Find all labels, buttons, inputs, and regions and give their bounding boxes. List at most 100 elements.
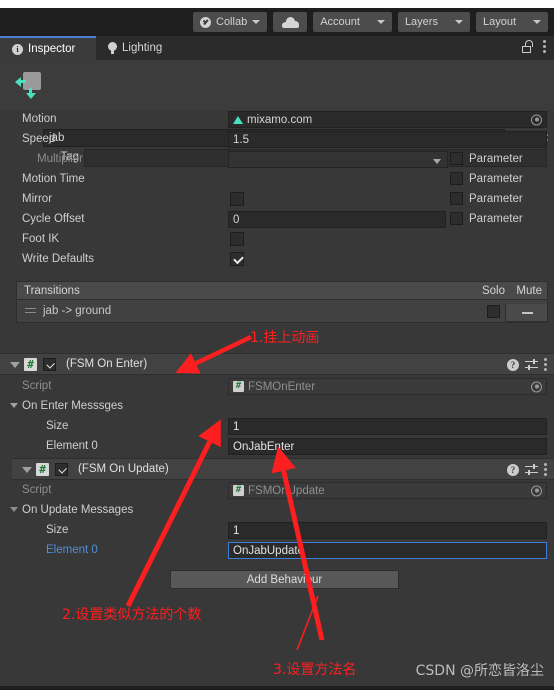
drag-handle-icon[interactable]	[25, 308, 36, 314]
add-behaviour-button[interactable]: Add Behaviour	[170, 570, 399, 589]
component-body-fsm-on-update: Script # FSMOnUpdate On Update Messages …	[0, 481, 554, 561]
annotation-1: 1.挂上动画	[250, 330, 320, 346]
component-body-fsm-on-enter: Script # FSMOnEnter On Enter Messsges Si…	[0, 377, 554, 457]
array-foldout-row[interactable]: On Update Messages	[0, 501, 554, 521]
window-top-edge	[0, 0, 554, 8]
transitions-list: Transitions Solo Mute jab -> ground	[16, 281, 548, 323]
annotation-3: 3.设置方法名	[273, 662, 357, 678]
kebab-menu-icon[interactable]	[544, 358, 547, 371]
cycle-offset-input[interactable]: 0	[228, 211, 446, 228]
help-icon[interactable]: ?	[507, 358, 519, 371]
foldout-arrow-icon[interactable]	[22, 467, 32, 473]
script-object-field[interactable]: # FSMOnEnter	[228, 378, 547, 395]
size-input[interactable]: 1	[228, 522, 547, 539]
account-button[interactable]: Account	[313, 12, 392, 32]
animation-clip-icon	[233, 115, 243, 124]
property-row-motion: Motion mixamo.com	[0, 110, 554, 130]
property-row-motion-time: Motion Time Parameter	[0, 170, 554, 190]
foldout-arrow-icon[interactable]	[10, 403, 18, 408]
transitions-header: Transitions Solo Mute	[16, 281, 548, 300]
mirror-parameter-checkbox[interactable]	[450, 192, 463, 205]
element-input[interactable]: OnJabEnter	[228, 438, 547, 455]
component-action-icons: ?	[507, 358, 547, 371]
array-size-row: Size 1	[0, 521, 554, 541]
write-defaults-checkbox[interactable]	[230, 252, 244, 266]
component-enabled-checkbox[interactable]	[55, 463, 68, 476]
preset-icon[interactable]	[525, 463, 538, 476]
array-size-row: Size 1	[0, 417, 554, 437]
mirror-label: Mirror	[22, 193, 53, 205]
object-picker-icon[interactable]	[531, 381, 542, 392]
property-row-mirror: Mirror Parameter	[0, 190, 554, 210]
annotation-2: 2.设置类似方法的个数	[62, 607, 202, 623]
mirror-checkbox[interactable]	[230, 192, 244, 206]
motion-time-label: Motion Time	[22, 173, 85, 185]
preset-icon[interactable]	[525, 358, 538, 371]
motion-time-parameter-checkbox[interactable]	[450, 172, 463, 185]
object-picker-icon[interactable]	[531, 114, 542, 125]
transitions-title: Transitions	[24, 285, 80, 297]
transition-solo-checkbox[interactable]	[487, 305, 500, 318]
multiplier-parameter-checkbox[interactable]	[450, 152, 463, 165]
chevron-down-icon	[454, 20, 463, 24]
foldout-arrow-icon[interactable]	[10, 362, 20, 368]
size-input[interactable]: 1	[228, 418, 547, 435]
array-foldout-row[interactable]: On Enter Messsges	[0, 397, 554, 417]
kebab-menu-icon[interactable]	[543, 40, 546, 53]
property-row-multiplier: Multiplier Parameter	[0, 150, 554, 170]
tab-bar-actions	[522, 40, 546, 53]
script-value: FSMOnUpdate	[248, 484, 325, 497]
component-header-fsm-on-update[interactable]: # (FSM On Update) ?	[12, 458, 554, 480]
chevron-down-icon	[533, 20, 541, 24]
motion-label: Motion	[22, 113, 57, 125]
lock-open-icon[interactable]	[522, 40, 533, 53]
script-value: FSMOnEnter	[248, 380, 316, 393]
info-icon: i	[12, 43, 23, 55]
help-icon[interactable]: ?	[507, 463, 519, 476]
speed-input[interactable]: 1.5	[228, 131, 547, 148]
multiplier-dropdown[interactable]	[228, 151, 448, 168]
script-row: Script # FSMOnEnter	[0, 377, 554, 397]
solo-column-header: Solo	[481, 285, 505, 297]
foot-ik-checkbox[interactable]	[230, 232, 244, 246]
transition-label: jab -> ground	[43, 305, 112, 317]
csharp-script-icon: #	[233, 485, 244, 496]
object-header: jab ? Tag	[0, 60, 554, 167]
write-defaults-label: Write Defaults	[22, 253, 95, 265]
element-input[interactable]: OnJabUpdate	[228, 542, 547, 559]
transition-row[interactable]: jab -> ground	[16, 300, 548, 323]
foldout-arrow-icon[interactable]	[10, 507, 18, 512]
kebab-menu-icon[interactable]	[544, 463, 547, 476]
remove-transition-button[interactable]	[505, 304, 548, 322]
layout-label: Layout	[482, 16, 516, 28]
unity-toolbar: Collab Account Layers Layout	[0, 8, 554, 36]
cloud-icon	[281, 16, 299, 28]
script-label: Script	[22, 484, 52, 496]
tab-inspector[interactable]: i Inspector	[0, 36, 96, 60]
chevron-down-icon	[376, 20, 385, 24]
collab-button[interactable]: Collab	[193, 12, 268, 32]
animator-state-icon	[14, 69, 46, 99]
cloud-button[interactable]	[273, 12, 308, 32]
mirror-parameter-label: Parameter	[469, 193, 523, 205]
property-row-foot-ik: Foot IK	[0, 230, 554, 250]
csharp-script-icon: #	[24, 358, 37, 371]
tab-lighting[interactable]: Lighting	[96, 36, 194, 60]
component-action-icons: ?	[507, 463, 547, 476]
layout-button[interactable]: Layout	[475, 12, 548, 32]
script-object-field[interactable]: # FSMOnUpdate	[228, 482, 547, 499]
watermark: CSDN @所恋皆洛尘	[415, 663, 544, 679]
layers-button[interactable]: Layers	[397, 12, 470, 32]
speed-label: Speed	[22, 133, 56, 145]
motion-object-field[interactable]: mixamo.com	[228, 111, 547, 128]
property-row-write-defaults: Write Defaults	[0, 250, 554, 270]
collab-check-icon	[200, 16, 211, 28]
cycle-offset-parameter-checkbox[interactable]	[450, 212, 463, 225]
component-header-fsm-on-enter[interactable]: # (FSM On Enter) ?	[0, 353, 554, 375]
property-row-cycle-offset: Cycle Offset 0 Parameter	[0, 210, 554, 230]
mute-column-header: Mute	[516, 285, 542, 297]
toolbar-button-group: Collab Account Layers Layout	[193, 12, 548, 32]
array-element-row: Element 0 OnJabUpdate	[0, 541, 554, 561]
component-enabled-checkbox[interactable]	[43, 358, 56, 371]
object-picker-icon[interactable]	[531, 485, 542, 496]
